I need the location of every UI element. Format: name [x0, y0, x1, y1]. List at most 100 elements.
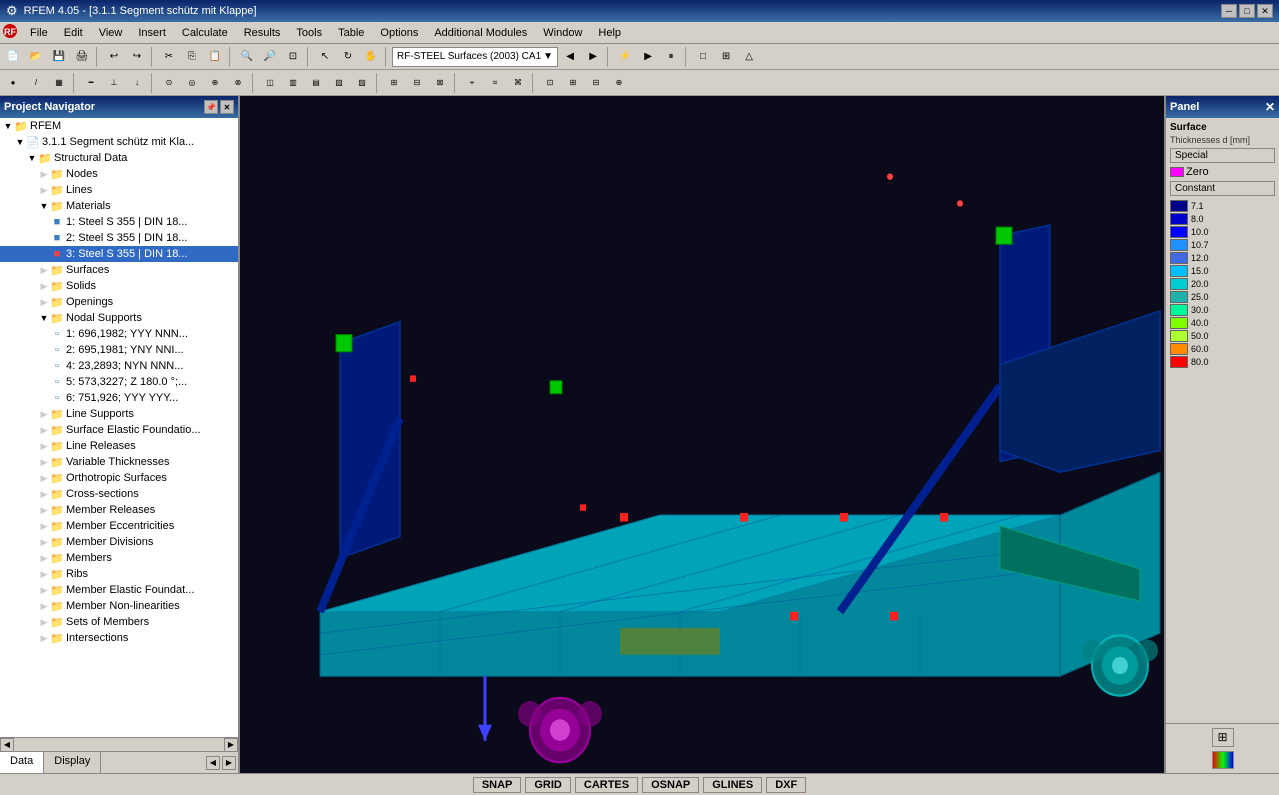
print-btn[interactable]: 🖨 [71, 46, 93, 68]
p3-btn[interactable]: ⊟ [585, 72, 607, 94]
surface-btn[interactable]: ▦ [48, 72, 70, 94]
menu-calculate[interactable]: Calculate [174, 25, 236, 41]
m4-btn[interactable]: ▧ [328, 72, 350, 94]
view2-btn[interactable]: ⊞ [715, 46, 737, 68]
tree-member-eccentricities[interactable]: ▶ 📁 Member Eccentricities [0, 518, 238, 534]
glines-btn[interactable]: GLINES [703, 777, 762, 793]
close-button[interactable]: ✕ [1257, 4, 1273, 18]
tree-intersections[interactable]: ▶ 📁 Intersections [0, 630, 238, 646]
tree-nodal-2[interactable]: ▫ 2: 695,1981; YNY NNI... [0, 342, 238, 358]
calc3-btn[interactable]: ⏸ [660, 46, 682, 68]
cartes-btn[interactable]: CARTES [575, 777, 638, 793]
g3-btn[interactable]: ⌘ [507, 72, 529, 94]
panel-color-btn[interactable] [1212, 751, 1234, 770]
calc2-btn[interactable]: ▶ [637, 46, 659, 68]
g2-btn[interactable]: ⌗ [484, 72, 506, 94]
panel-constant-box[interactable]: Constant [1170, 181, 1275, 196]
grid-btn[interactable]: GRID [525, 777, 571, 793]
tree-solids[interactable]: ▶ 📁 Solids [0, 278, 238, 294]
tree-orthotropic[interactable]: ▶ 📁 Orthotropic Surfaces [0, 470, 238, 486]
zoom-all-btn[interactable]: ⊡ [282, 46, 304, 68]
tree-cross-sections[interactable]: ▶ 📁 Cross-sections [0, 486, 238, 502]
node-btn[interactable]: ● [2, 72, 24, 94]
tree-nodal-5[interactable]: ▫ 5: 573,3227; Z 180.0 °;... [0, 374, 238, 390]
menu-insert[interactable]: Insert [130, 25, 174, 41]
view3-btn[interactable]: △ [738, 46, 760, 68]
tree-member-elastic[interactable]: ▶ 📁 Member Elastic Foundat... [0, 582, 238, 598]
tree-material-1[interactable]: ■ 1: Steel S 355 | DIN 18... [0, 214, 238, 230]
minimize-button[interactable]: ─ [1221, 4, 1237, 18]
n2-btn[interactable]: ⊟ [406, 72, 428, 94]
tree-nodes[interactable]: ▶ 📁 Nodes [0, 166, 238, 182]
nav-prev-btn[interactable]: ◀ [206, 756, 220, 770]
m3-btn[interactable]: ▤ [305, 72, 327, 94]
paste-btn[interactable]: 📋 [204, 46, 226, 68]
view1-btn[interactable]: □ [692, 46, 714, 68]
scroll-right-btn[interactable]: ▶ [224, 738, 238, 752]
cut-btn[interactable]: ✂ [158, 46, 180, 68]
tab-display[interactable]: Display [44, 752, 101, 773]
tree-lines[interactable]: ▶ 📁 Lines [0, 182, 238, 198]
menu-view[interactable]: View [91, 25, 131, 41]
snap-btn[interactable]: SNAP [473, 777, 522, 793]
n3-btn[interactable]: ⊠ [429, 72, 451, 94]
tab-data[interactable]: Data [0, 752, 44, 773]
tree-nodal-1[interactable]: ▫ 1: 696,1982; YYY NNN... [0, 326, 238, 342]
r1-btn[interactable]: ⊙ [158, 72, 180, 94]
restore-button[interactable]: □ [1239, 4, 1255, 18]
tree-project[interactable]: ▼ 📄 3.1.1 Segment schütz mit Kla... [0, 134, 238, 150]
nav-pin-btn[interactable]: 📌 [204, 100, 218, 114]
horizontal-scrollbar[interactable]: ◀ ▶ [0, 737, 238, 751]
tree-variable-thicknesses[interactable]: ▶ 📁 Variable Thicknesses [0, 454, 238, 470]
zoom-out-btn[interactable]: 🔎 [259, 46, 281, 68]
support-btn[interactable]: ⊥ [103, 72, 125, 94]
zoom-in-btn[interactable]: 🔍 [236, 46, 258, 68]
tree-structural-data[interactable]: ▼ 📁 Structural Data [0, 150, 238, 166]
open-btn[interactable]: 📂 [25, 46, 47, 68]
menu-file[interactable]: File [22, 25, 56, 41]
menu-results[interactable]: Results [236, 25, 289, 41]
tree-line-releases[interactable]: ▶ 📁 Line Releases [0, 438, 238, 454]
tree-materials[interactable]: ▼ 📁 Materials [0, 198, 238, 214]
next-btn[interactable]: ▶ [582, 46, 604, 68]
menu-additional-modules[interactable]: Additional Modules [426, 25, 535, 41]
nav-next-btn[interactable]: ▶ [222, 756, 236, 770]
tree-line-supports[interactable]: ▶ 📁 Line Supports [0, 406, 238, 422]
save-btn[interactable]: 💾 [48, 46, 70, 68]
tree-surfaces[interactable]: ▶ 📁 Surfaces [0, 262, 238, 278]
tree-material-3[interactable]: ■ 3: Steel S 355 | DIN 18... [0, 246, 238, 262]
tree-nodal-4[interactable]: ▫ 4: 23,2893; NYN NNN... [0, 358, 238, 374]
r4-btn[interactable]: ⊗ [227, 72, 249, 94]
calc1-btn[interactable]: ⚡ [614, 46, 636, 68]
tree-member-divisions[interactable]: ▶ 📁 Member Divisions [0, 534, 238, 550]
tree-nodal-supports[interactable]: ▼ 📁 Nodal Supports [0, 310, 238, 326]
rotate-btn[interactable]: ↻ [337, 46, 359, 68]
m2-btn[interactable]: ▥ [282, 72, 304, 94]
p2-btn[interactable]: ⊞ [562, 72, 584, 94]
tree-member-releases[interactable]: ▶ 📁 Member Releases [0, 502, 238, 518]
undo-btn[interactable]: ↩ [103, 46, 125, 68]
tree-root-rfem[interactable]: ▼ 📁 RFEM [0, 118, 238, 134]
menu-window[interactable]: Window [535, 25, 590, 41]
tree-nodal-6[interactable]: ▫ 6: 751,926; YYY YYY... [0, 390, 238, 406]
dxf-btn[interactable]: DXF [766, 777, 806, 793]
n1-btn[interactable]: ⊞ [383, 72, 405, 94]
scroll-track[interactable] [14, 738, 224, 752]
load-btn[interactable]: ↓ [126, 72, 148, 94]
tree-members[interactable]: ▶ 📁 Members [0, 550, 238, 566]
menu-options[interactable]: Options [372, 25, 426, 41]
tree-sets-members[interactable]: ▶ 📁 Sets of Members [0, 614, 238, 630]
tree-surface-elastic[interactable]: ▶ 📁 Surface Elastic Foundatio... [0, 422, 238, 438]
r2-btn[interactable]: ◎ [181, 72, 203, 94]
panel-table-btn[interactable]: ⊞ [1212, 728, 1234, 747]
tree-area[interactable]: ▼ 📁 RFEM ▼ 📄 3.1.1 Segment schütz mit Kl… [0, 118, 238, 737]
prev-btn[interactable]: ◀ [559, 46, 581, 68]
member-btn[interactable]: ━ [80, 72, 102, 94]
pan-btn[interactable]: ✋ [360, 46, 382, 68]
menu-help[interactable]: Help [590, 25, 629, 41]
osnap-btn[interactable]: OSNAP [642, 777, 699, 793]
r3-btn[interactable]: ⊕ [204, 72, 226, 94]
menu-table[interactable]: Table [330, 25, 372, 41]
viewport[interactable] [240, 96, 1164, 773]
p4-btn[interactable]: ⊕ [608, 72, 630, 94]
